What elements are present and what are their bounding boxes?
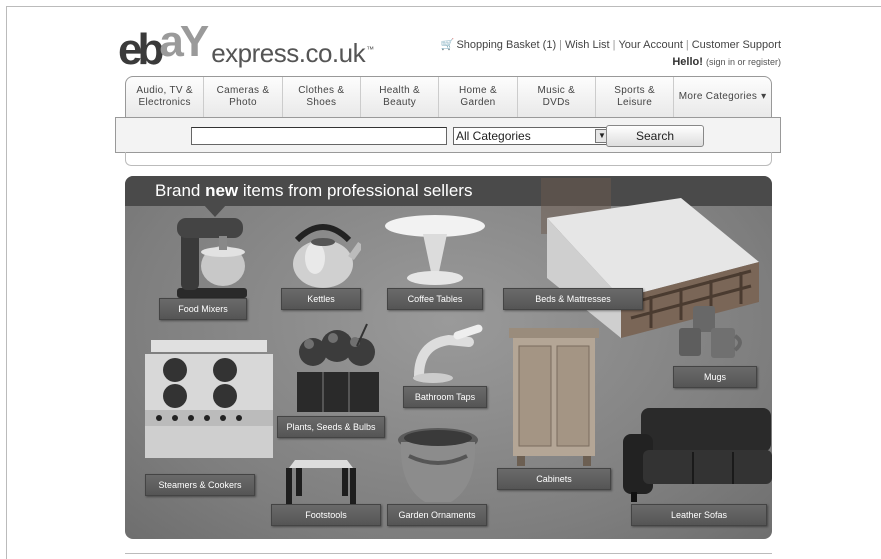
search-button[interactable]: Search — [606, 125, 704, 147]
cooker-image[interactable] — [145, 340, 273, 458]
category-select[interactable]: All Categories ▼ — [453, 127, 611, 145]
coffee-table-image[interactable] — [383, 214, 487, 288]
product-label-coffee-tables[interactable]: Coffee Tables — [387, 288, 483, 310]
category-label: Clothes & — [298, 85, 345, 96]
promo-banner: Brand new items from professional seller… — [125, 176, 772, 539]
banner-title-post: items from professional sellers — [238, 181, 473, 200]
category-label: Beauty — [383, 97, 417, 108]
logo-express: express.co.uk — [211, 38, 366, 68]
product-label-steamers-cookers[interactable]: Steamers & Cookers — [145, 474, 255, 496]
more-categories-menu[interactable]: More Categories ▾ — [674, 77, 771, 117]
logo-ay: aY — [159, 17, 209, 66]
bathroom-tap-image[interactable] — [413, 324, 489, 386]
customer-support-link[interactable]: Customer Support — [692, 39, 781, 51]
category-select-value: All Categories — [456, 129, 531, 143]
product-label-mugs[interactable]: Mugs — [673, 366, 757, 388]
product-label-footstools[interactable]: Footstools — [271, 504, 381, 526]
leather-sofa-image[interactable] — [623, 404, 772, 506]
category-label: Cameras & — [216, 85, 270, 96]
separator: | — [612, 39, 616, 51]
category-sports-leisure[interactable]: Sports & Leisure — [596, 77, 675, 117]
plants-image[interactable] — [291, 316, 385, 416]
category-label: Photo — [229, 97, 257, 108]
category-home-garden[interactable]: Home & Garden — [439, 77, 518, 117]
category-clothes-shoes[interactable]: Clothes & Shoes — [283, 77, 361, 117]
product-label-garden-ornaments[interactable]: Garden Ornaments — [387, 504, 487, 526]
category-label: Audio, TV & — [136, 85, 193, 96]
logo-tm: ™ — [366, 45, 375, 54]
separator: | — [559, 39, 562, 51]
shopping-cart-icon[interactable]: 🛒 — [441, 39, 455, 51]
banner-title-bold: new — [205, 181, 239, 200]
product-label-kettles[interactable]: Kettles — [281, 288, 361, 310]
hello-text: Hello! — [672, 56, 703, 68]
banner-title-pre: Brand — [155, 181, 206, 200]
garden-ornament-image[interactable] — [395, 426, 481, 508]
search-bar: All Categories ▼ Search — [115, 117, 781, 153]
category-label: Garden — [460, 97, 496, 108]
category-label: Sports & — [614, 85, 655, 96]
top-links: 🛒 Shopping Basket (1) | Wish List | Your Acco… — [441, 38, 781, 51]
category-health-beauty[interactable]: Health & Beauty — [361, 77, 440, 117]
search-input[interactable] — [191, 127, 447, 145]
nav-bottom-panel — [125, 152, 772, 166]
category-label: Music & — [537, 85, 576, 96]
category-nav: Audio, TV & Electronics Cameras & Photo Cl… — [125, 76, 772, 118]
ebay-express-logo[interactable]: eb aY express.co.uk ™ — [118, 17, 375, 74]
product-label-beds-mattresses[interactable]: Beds & Mattresses — [503, 288, 643, 310]
kettle-image[interactable] — [285, 218, 361, 290]
category-label: Home & — [459, 85, 497, 96]
banner-title: Brand new items from professional seller… — [155, 181, 472, 201]
category-label: Electronics — [138, 97, 191, 108]
mugs-image[interactable] — [675, 304, 745, 368]
category-label: Shoes — [306, 97, 337, 108]
category-label: DVDs — [542, 97, 570, 108]
category-cameras-photo[interactable]: Cameras & Photo — [204, 77, 283, 117]
sign-in-link[interactable]: (sign in or register) — [706, 57, 781, 67]
footstool-image[interactable] — [285, 452, 359, 512]
separator: | — [685, 39, 689, 51]
category-label: More Categories — [678, 91, 758, 102]
product-label-bathroom-taps[interactable]: Bathroom Taps — [403, 386, 487, 408]
chevron-down-icon: ▾ — [761, 91, 767, 102]
product-label-plants-seeds-bulbs[interactable]: Plants, Seeds & Bulbs — [277, 416, 385, 438]
logo-eb: eb — [118, 25, 164, 74]
footer-divider — [125, 553, 772, 559]
category-music-dvds[interactable]: Music & DVDs — [518, 77, 596, 117]
greeting: Hello! (sign in or register) — [672, 56, 781, 68]
your-account-link[interactable]: Your Account — [618, 39, 682, 51]
product-label-cabinets[interactable]: Cabinets — [497, 468, 611, 490]
product-label-leather-sofas[interactable]: Leather Sofas — [631, 504, 767, 526]
food-mixer-image[interactable] — [167, 212, 257, 304]
category-label: Leisure — [617, 97, 653, 108]
wish-list-link[interactable]: Wish List — [565, 39, 610, 51]
category-audio-tv-electronics[interactable]: Audio, TV & Electronics — [126, 77, 205, 117]
product-label-food-mixers[interactable]: Food Mixers — [159, 298, 247, 320]
category-label: Health & — [379, 85, 421, 96]
cabinet-image[interactable] — [507, 328, 601, 466]
shopping-basket-link[interactable]: Shopping Basket (1) — [456, 39, 556, 51]
